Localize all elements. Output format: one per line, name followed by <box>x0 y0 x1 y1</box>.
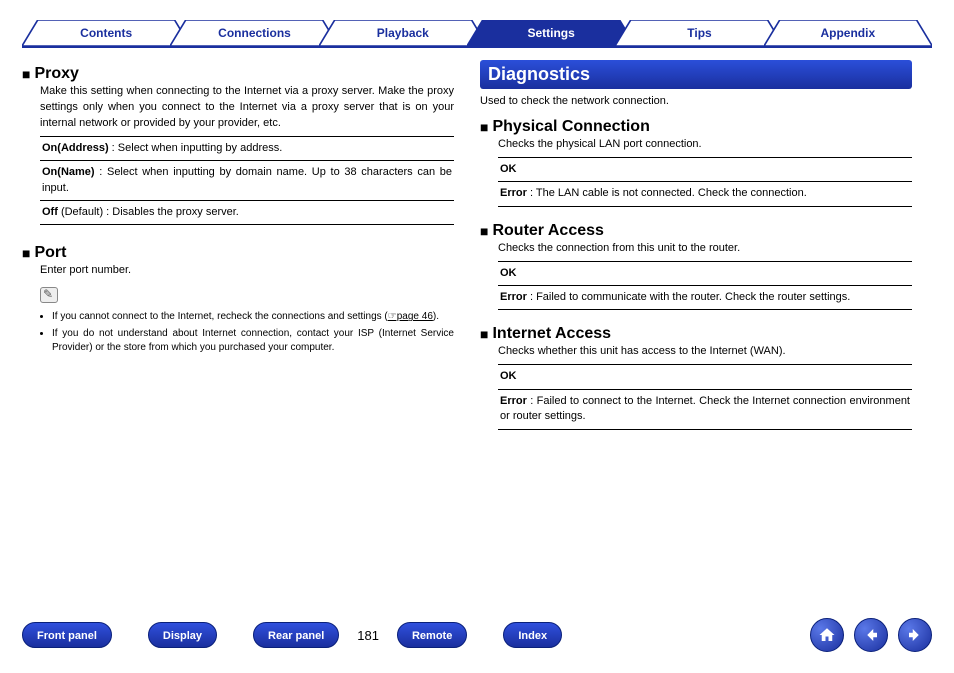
table-row: OK <box>498 262 912 286</box>
left-column: ■ Proxy Make this setting when connectin… <box>22 60 454 430</box>
tab-contents[interactable]: Contents <box>22 20 190 46</box>
table-row: Error : Failed to connect to the Interne… <box>498 390 912 430</box>
heading-internet-access: Internet Access <box>492 324 611 344</box>
proxy-table: On(Address) : Select when inputting by a… <box>40 136 454 226</box>
heading-proxy: Proxy <box>34 64 78 84</box>
home-icon[interactable] <box>810 618 844 652</box>
table-row: Error : Failed to communicate with the r… <box>498 286 912 310</box>
index-button[interactable]: Index <box>503 622 562 648</box>
table-row: OK <box>498 365 912 389</box>
list-item: If you cannot connect to the Internet, r… <box>52 310 454 325</box>
heading-router-access: Router Access <box>492 221 603 241</box>
note-icon <box>40 287 58 303</box>
phys-table: OK Error : The LAN cable is not connecte… <box>498 157 912 207</box>
bottom-nav: Front panel Display Rear panel 181 Remot… <box>22 615 932 655</box>
remote-button[interactable]: Remote <box>397 622 467 648</box>
square-bullet-icon: ■ <box>480 117 488 137</box>
table-row: Error : The LAN cable is not connected. … <box>498 182 912 206</box>
table-row: OK <box>498 158 912 182</box>
list-item: If you do not understand about Internet … <box>52 327 454 356</box>
port-desc: Enter port number. <box>40 263 454 279</box>
proxy-desc: Make this setting when connecting to the… <box>40 84 454 132</box>
top-tabs: Contents Connections Playback Settings T… <box>22 20 932 48</box>
tab-appendix[interactable]: Appendix <box>764 20 932 46</box>
tab-tips[interactable]: Tips <box>615 20 783 46</box>
diagnostics-intro: Used to check the network connection. <box>480 95 912 107</box>
table-row: On(Name) : Select when inputting by doma… <box>40 161 454 201</box>
router-table: OK Error : Failed to communicate with th… <box>498 261 912 311</box>
phys-desc: Checks the physical LAN port connection. <box>498 137 912 153</box>
square-bullet-icon: ■ <box>480 221 488 241</box>
tab-settings[interactable]: Settings <box>467 20 635 46</box>
inet-desc: Checks whether this unit has access to t… <box>498 344 912 360</box>
inet-table: OK Error : Failed to connect to the Inte… <box>498 364 912 429</box>
front-panel-button[interactable]: Front panel <box>22 622 112 648</box>
tab-playback[interactable]: Playback <box>319 20 487 46</box>
prev-arrow-icon[interactable] <box>854 618 888 652</box>
next-arrow-icon[interactable] <box>898 618 932 652</box>
square-bullet-icon: ■ <box>22 243 30 263</box>
table-row: On(Address) : Select when inputting by a… <box>40 137 454 161</box>
section-header-diagnostics: Diagnostics <box>480 60 912 89</box>
square-bullet-icon: ■ <box>22 64 30 84</box>
display-button[interactable]: Display <box>148 622 217 648</box>
square-bullet-icon: ■ <box>480 324 488 344</box>
tab-connections[interactable]: Connections <box>170 20 338 46</box>
note-bullets: If you cannot connect to the Internet, r… <box>40 310 454 356</box>
heading-physical-connection: Physical Connection <box>492 117 649 137</box>
router-desc: Checks the connection from this unit to … <box>498 241 912 257</box>
right-column: Diagnostics Used to check the network co… <box>480 60 912 430</box>
page-link[interactable]: ☞page 46 <box>388 311 433 322</box>
table-row: Off (Default) : Disables the proxy serve… <box>40 201 454 225</box>
rear-panel-button[interactable]: Rear panel <box>253 622 339 648</box>
page-number: 181 <box>357 628 379 643</box>
heading-port: Port <box>34 243 66 263</box>
